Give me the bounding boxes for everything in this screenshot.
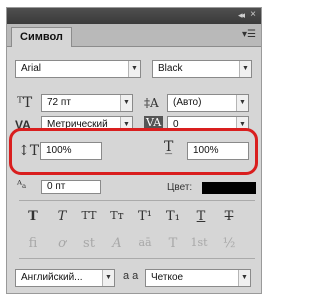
- antialias-select[interactable]: Четкое ▼: [145, 269, 251, 287]
- chevron-down-icon: ▼: [102, 270, 114, 286]
- baseline-shift-field[interactable]: 0 пт: [41, 180, 101, 194]
- leading-icon: ‡A: [144, 96, 159, 110]
- chevron-down-icon: ▼: [238, 270, 250, 286]
- vertical-scale-field[interactable]: 100%: [40, 142, 102, 160]
- font-family-value: Arial: [21, 63, 42, 74]
- subscript-button[interactable]: T₁: [163, 209, 183, 224]
- contextual-alternates-button[interactable]: ơ: [52, 236, 72, 251]
- strikethrough-button[interactable]: T: [219, 209, 239, 224]
- tab-row: Символ ▾☰: [7, 24, 261, 47]
- baseline-shift-icon: ᴬₐ: [17, 178, 27, 191]
- swash-button[interactable]: A: [107, 236, 127, 251]
- font-size-value: 72 пт: [47, 97, 71, 108]
- font-size-icon: ᵀT: [17, 95, 33, 111]
- close-icon[interactable]: ×: [250, 9, 256, 20]
- font-style-value: Black: [158, 63, 183, 74]
- small-caps-button[interactable]: Tт: [107, 209, 127, 222]
- font-size-field[interactable]: 72 пт ▼: [41, 94, 133, 112]
- all-caps-button[interactable]: TT: [79, 209, 99, 222]
- color-label: Цвет:: [167, 182, 193, 193]
- language-value: Английский...: [21, 272, 83, 283]
- language-select[interactable]: Английский... ▼: [15, 269, 115, 287]
- chevron-down-icon: ▼: [128, 61, 140, 77]
- faux-italic-button[interactable]: T: [52, 209, 72, 224]
- chevron-down-icon: ▼: [120, 95, 132, 111]
- chevron-down-icon: ▼: [236, 95, 248, 111]
- color-swatch[interactable]: [202, 182, 256, 194]
- ligatures-button[interactable]: fi: [23, 236, 43, 251]
- antialias-value: Четкое: [151, 272, 184, 283]
- horizontal-scale-value: 100%: [193, 145, 219, 156]
- chevron-down-icon: ▼: [239, 61, 251, 77]
- antialias-label: a a: [123, 270, 139, 282]
- leading-field[interactable]: (Авто) ▼: [167, 94, 249, 112]
- panel-menu-icon[interactable]: ▾☰: [242, 29, 256, 40]
- baseline-shift-value: 0 пт: [47, 181, 66, 192]
- titling-alternates-button[interactable]: T: [163, 236, 183, 251]
- font-style-select[interactable]: Black ▼: [152, 60, 252, 78]
- divider: [19, 200, 255, 201]
- fractions-button[interactable]: ½: [219, 236, 239, 251]
- superscript-button[interactable]: T¹: [135, 209, 155, 224]
- horizontal-scale-icon: T̲: [164, 139, 174, 155]
- discretionary-ligatures-button[interactable]: st: [79, 236, 99, 251]
- horizontal-scale-field[interactable]: 100%: [187, 142, 249, 160]
- font-family-select[interactable]: Arial ▼: [15, 60, 141, 78]
- panel-title-bar: ◂◂ ×: [7, 8, 261, 24]
- ordinals-button[interactable]: 1st: [189, 236, 209, 249]
- divider: [19, 258, 255, 259]
- vertical-scale-value: 100%: [46, 145, 72, 156]
- faux-bold-button[interactable]: T: [23, 209, 43, 224]
- tab-character[interactable]: Символ: [11, 27, 72, 47]
- vertical-scale-icon: ↕T: [18, 143, 40, 159]
- highlight-frame: ↕T 100% T̲ 100%: [9, 128, 258, 175]
- leading-value: (Авто): [173, 97, 202, 108]
- stylistic-alternates-button[interactable]: aā: [135, 236, 155, 249]
- collapse-icon[interactable]: ◂◂: [238, 10, 245, 21]
- underline-button[interactable]: T: [191, 209, 211, 224]
